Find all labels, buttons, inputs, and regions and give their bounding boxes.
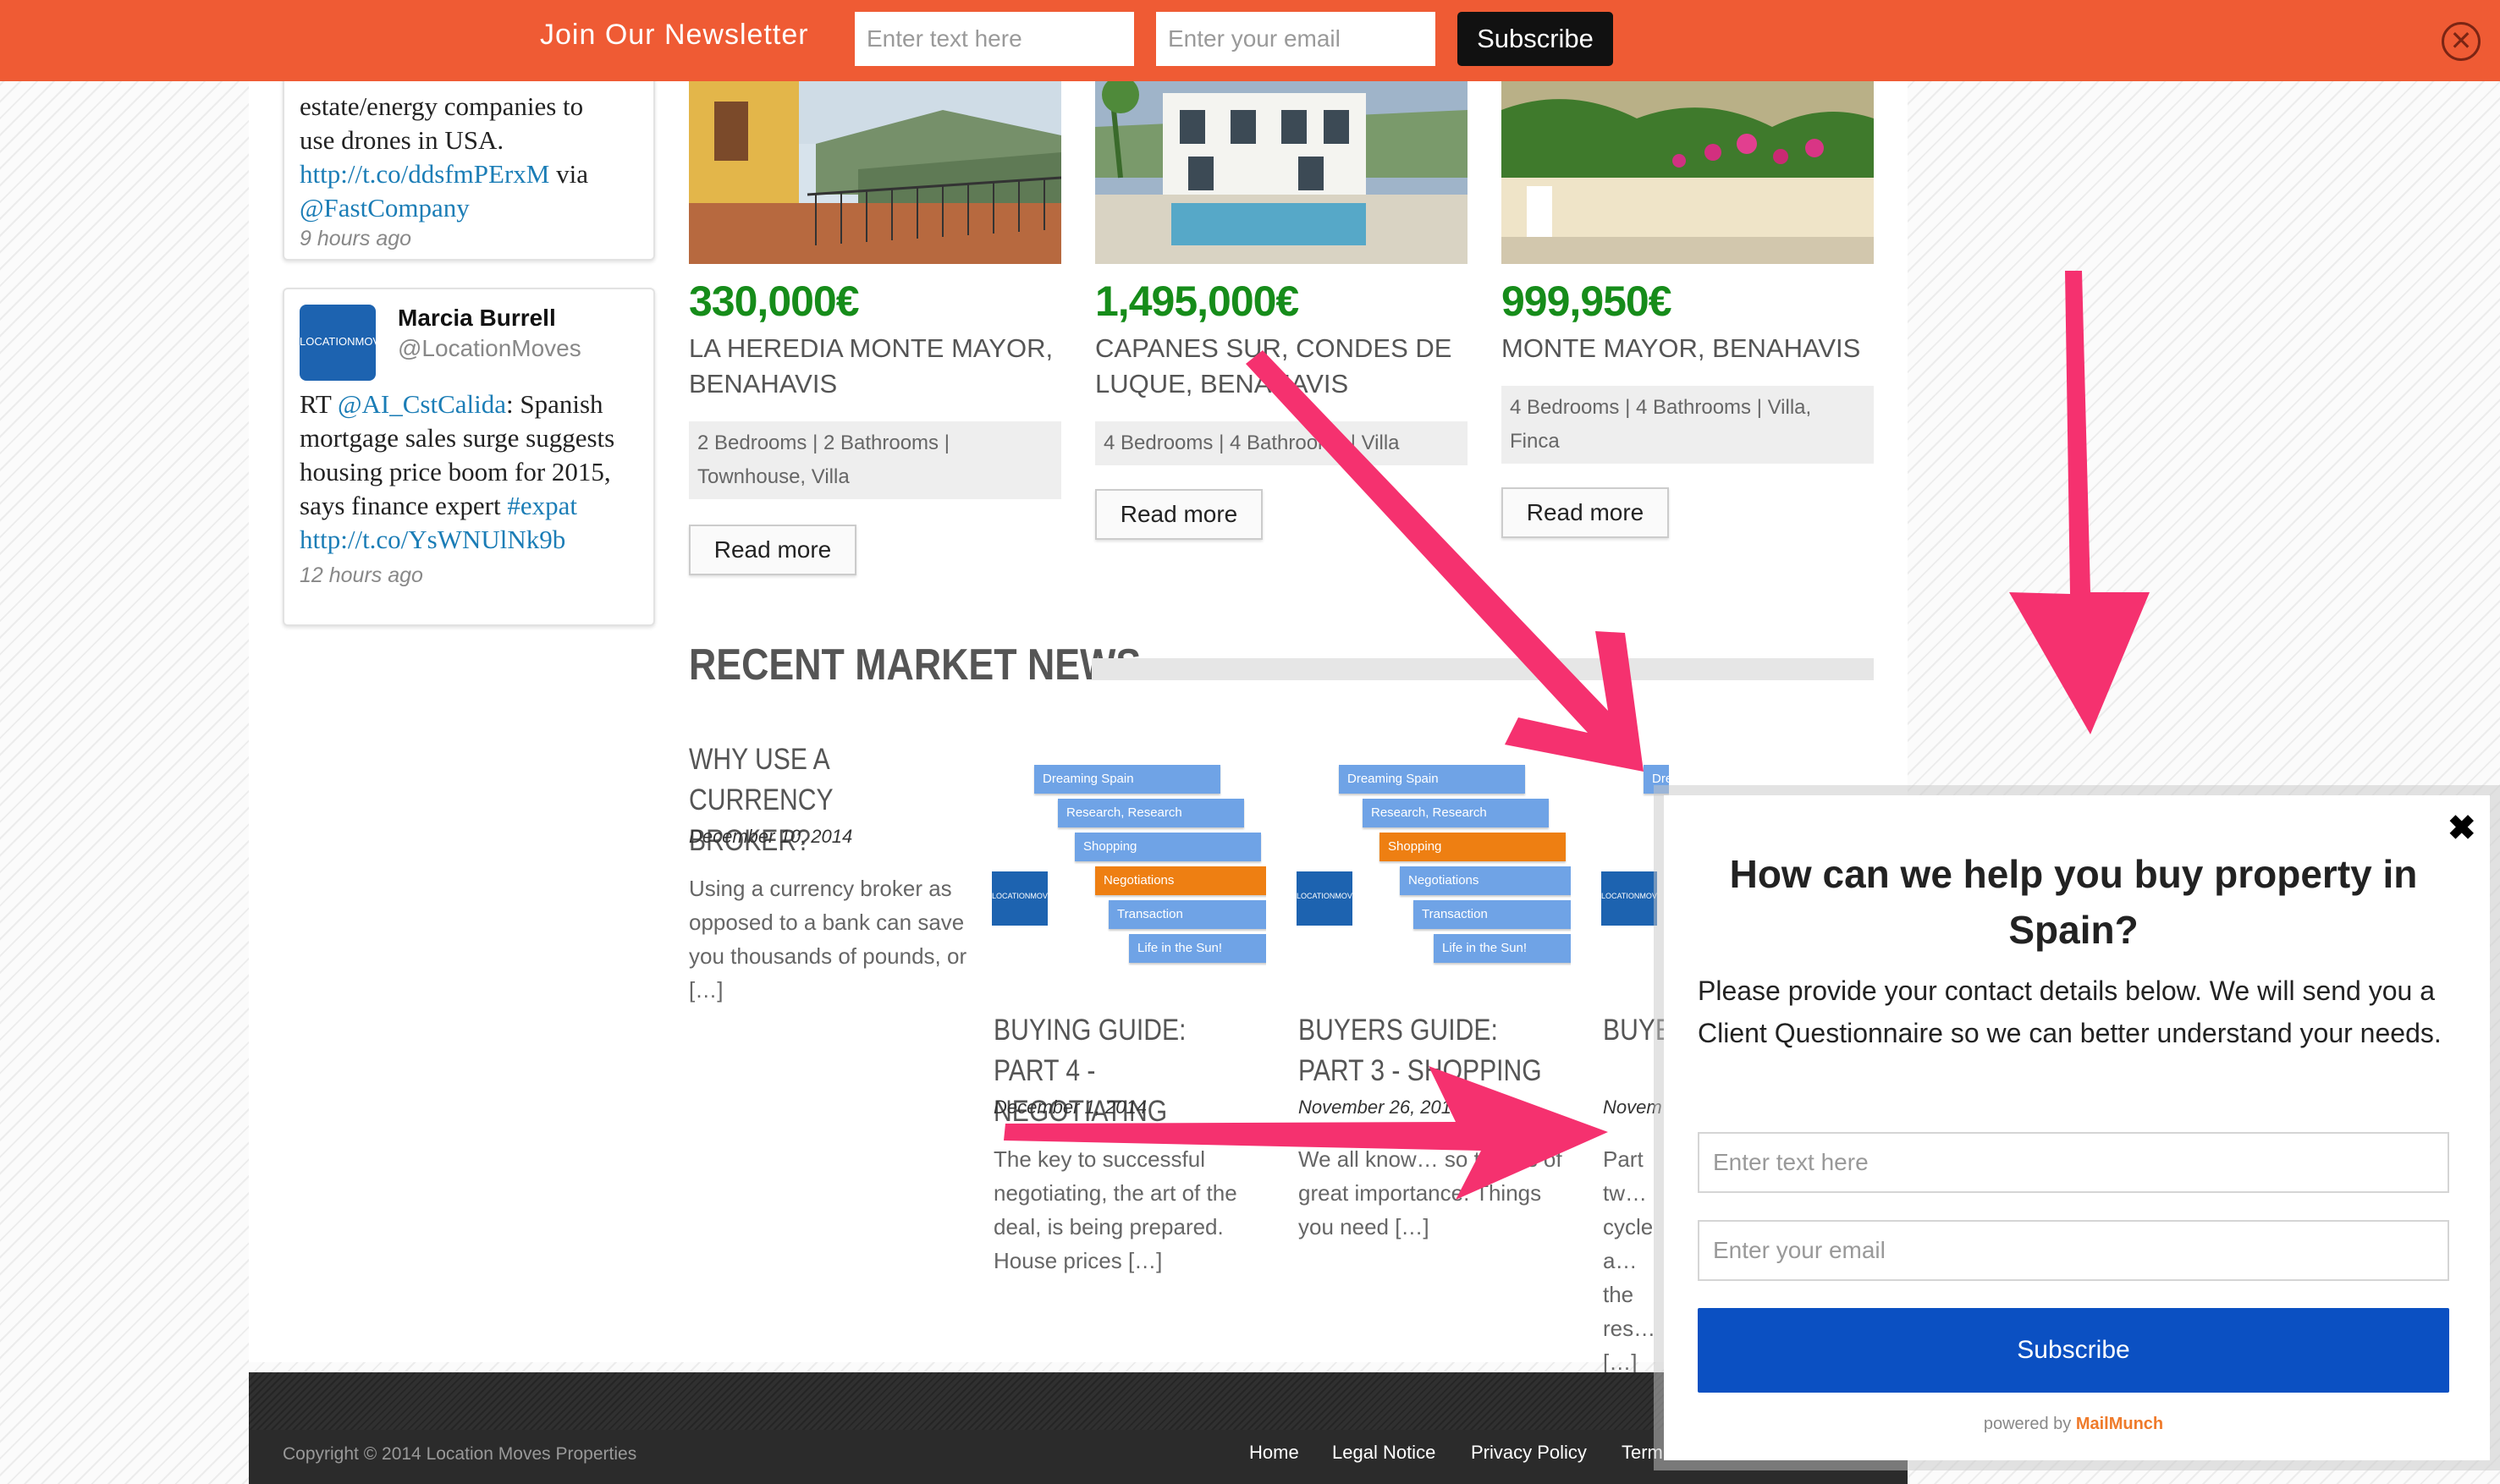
newsletter-bar: Join Our Newsletter Subscribe ✕ <box>0 0 2500 81</box>
popup-name-input[interactable] <box>1698 1132 2449 1193</box>
tweet-text: estate/energy companies to <box>300 91 584 121</box>
property-photo[interactable] <box>1095 76 1468 264</box>
tweet-time: 9 hours ago <box>300 227 412 250</box>
footer-link-privacy[interactable]: Privacy Policy <box>1471 1442 1587 1464</box>
thumbnail-step: Negotiations <box>1095 866 1266 895</box>
newsletter-title: Join Our Newsletter <box>540 19 809 51</box>
read-more-button[interactable]: Read more <box>1501 487 1669 538</box>
read-more-button[interactable]: Read more <box>689 525 856 575</box>
popup-subscribe-button[interactable]: Subscribe <box>1698 1308 2449 1393</box>
mailmunch-brand[interactable]: MailMunch <box>2076 1415 2163 1433</box>
property-features: 4 Bedrooms | 4 Bathrooms | Villa, Finca <box>1501 386 1874 464</box>
news-excerpt: We all know… so time is of great importa… <box>1298 1146 1562 1239</box>
property-price: 330,000€ <box>689 278 860 325</box>
close-icon[interactable]: ✖ <box>2448 809 2476 848</box>
news-thumbnail[interactable]: LOCATIONMOVESDreaming SpainResearch, Res… <box>1601 761 1669 973</box>
thumbnail-step: Research, Research <box>1363 799 1549 827</box>
tweet-time: 12 hours ago <box>300 563 423 587</box>
footer-link-legal[interactable]: Legal Notice <box>1332 1442 1435 1464</box>
read-more-button[interactable]: Read more <box>1095 489 1263 540</box>
news-thumbnail[interactable]: LOCATIONMOVES Dreaming Spain Research, Res… <box>1297 761 1571 973</box>
avatar[interactable]: LOCATIONMOVES <box>300 305 394 381</box>
news-excerpt: Using a currency broker as opposed to a … <box>689 876 967 1003</box>
property-photo[interactable] <box>689 76 1062 264</box>
tweet-link[interactable]: http://t.co/ddsfmPErxM <box>300 159 549 189</box>
tweet-link[interactable]: http://t.co/YsWNUlNk9b <box>300 525 565 554</box>
news-excerpt: The key to successful negotiating, the a… <box>994 1146 1237 1273</box>
powered-by-label: powered by <box>1983 1415 2072 1433</box>
newsletter-close-icon[interactable]: ✕ <box>2442 22 2481 61</box>
tweet-card: estate/energy companies to use drones in… <box>283 51 655 261</box>
popup-body: Please provide your contact details belo… <box>1698 976 2442 1048</box>
news-title[interactable]: BUYERS GUIDE: PART 3 - SHOPPING <box>1298 1010 1545 1091</box>
news-date: December 10, 2014 <box>689 826 853 847</box>
powered-by[interactable]: powered by MailMunch <box>1698 1415 2449 1434</box>
property-photo[interactable] <box>1501 76 1874 264</box>
thumbnail-logo: LOCATIONMOVES <box>1297 871 1352 926</box>
news-date: November 26, 2014 <box>1298 1097 1462 1118</box>
tweet-author-name[interactable]: Marcia Burrell <box>398 305 556 332</box>
tweet-author-handle[interactable]: @LocationMoves <box>398 335 581 362</box>
newsletter-email-input[interactable] <box>1156 12 1435 66</box>
newsletter-name-input[interactable] <box>855 12 1134 66</box>
property-features: 2 Bedrooms | 2 Bathrooms | Townhouse, Vi… <box>689 421 1061 499</box>
section-divider <box>1092 658 1874 680</box>
footer-link-home[interactable]: Home <box>1249 1442 1299 1464</box>
property-features: 4 Bedrooms | 4 Bathrooms | Villa <box>1095 421 1468 465</box>
thumbnail-step: Transaction <box>1413 900 1571 929</box>
property-price: 1,495,000€ <box>1095 278 1299 325</box>
tweet-hashtag[interactable]: #expat <box>507 491 577 520</box>
property-name[interactable]: LA HEREDIA MONTE MAYOR, BENAHAVIS <box>689 331 1061 402</box>
thumbnail-step: Research, Research <box>1058 799 1244 827</box>
thumbnail-logo: LOCATIONMOVES <box>992 871 1048 926</box>
tweet-text: use drones in USA. <box>300 125 504 155</box>
footer-link-terms[interactable]: Term <box>1622 1442 1663 1464</box>
thumbnail-step: Dreaming Spain <box>1034 765 1220 794</box>
tweet-mention[interactable]: @FastCompany <box>300 193 470 223</box>
popup-email-input[interactable] <box>1698 1220 2449 1281</box>
thumbnail-step: Negotiations <box>1400 866 1571 895</box>
property-name[interactable]: MONTE MAYOR, BENAHAVIS <box>1501 331 1874 366</box>
news-date: December 1, 2014 <box>994 1097 1147 1118</box>
thumbnail-step: Shopping <box>1379 833 1566 861</box>
property-card: 330,000€ LA HEREDIA MONTE MAYOR, BENAHAV… <box>689 76 1062 575</box>
news-excerpt: Part tw… cycle a… the res… […] <box>1603 1146 1656 1375</box>
popup-title: How can we help you buy property in Spai… <box>1729 852 2418 952</box>
footer-pattern <box>249 1372 1908 1430</box>
tweet-via: via <box>556 159 588 189</box>
thumbnail-step: Life in the Sun! <box>1129 934 1266 963</box>
property-card: 999,950€ MONTE MAYOR, BENAHAVIS 4 Bedroo… <box>1501 76 1874 538</box>
newsletter-subscribe-button[interactable]: Subscribe <box>1457 12 1613 66</box>
news-date: Novem… <box>1603 1097 1662 1118</box>
property-card: 1,495,000€ CAPANES SUR, CONDES DE LUQUE,… <box>1095 76 1468 540</box>
property-name[interactable]: CAPANES SUR, CONDES DE LUQUE, BENAHAVIS <box>1095 331 1468 402</box>
thumbnail-step: Transaction <box>1109 900 1266 929</box>
tweet-card: LOCATIONMOVES Marcia Burrell @LocationMo… <box>283 288 655 626</box>
thumbnail-step: Dreaming Spain <box>1339 765 1525 794</box>
thumbnail-step: Shopping <box>1075 833 1261 861</box>
thumbnail-step: Life in the Sun! <box>1434 934 1571 963</box>
thumbnail-step: Dreaming Spain <box>1644 765 1669 794</box>
tweet-mention[interactable]: @AI_CstCalida <box>338 389 506 419</box>
copyright-text: Copyright © 2014 Location Moves Properti… <box>283 1444 637 1464</box>
news-thumbnail[interactable]: LOCATIONMOVES Dreaming Spain Research, Res… <box>992 761 1266 973</box>
section-title: RECENT MARKET NEWS <box>689 640 1142 690</box>
tweet-rt: RT <box>300 389 332 419</box>
property-price: 999,950€ <box>1501 278 1672 325</box>
avatar-logo-text: LOCATIONMOVES <box>300 335 395 348</box>
thumbnail-logo: LOCATIONMOVES <box>1601 871 1657 926</box>
